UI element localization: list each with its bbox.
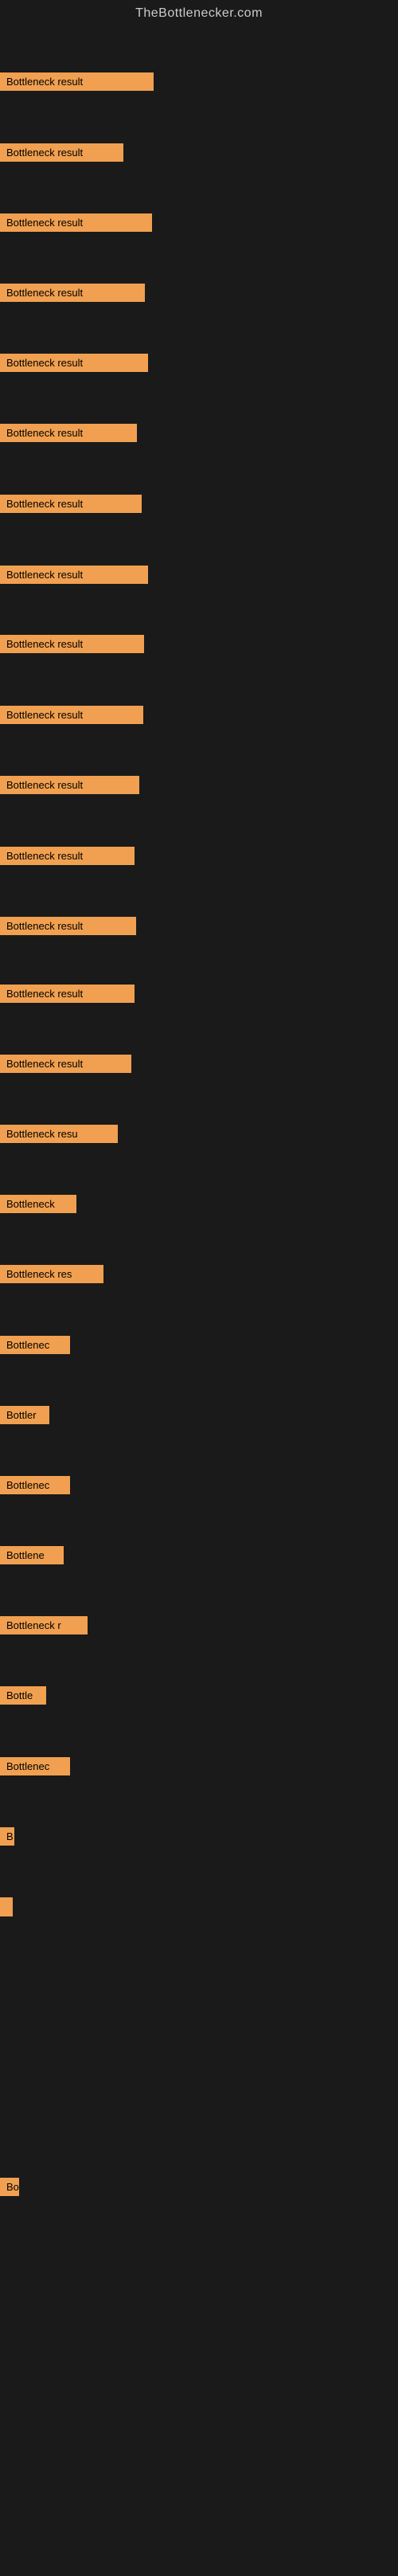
bottleneck-badge-8: Bottleneck result <box>0 566 148 584</box>
bottleneck-badge-2: Bottleneck result <box>0 143 123 162</box>
bottleneck-item-26: B <box>0 1827 14 1846</box>
bottleneck-item-13: Bottleneck result <box>0 917 136 935</box>
bottleneck-item-2: Bottleneck result <box>0 143 123 162</box>
bottleneck-item-14: Bottleneck result <box>0 985 135 1003</box>
bottleneck-badge-27 <box>0 1897 13 1916</box>
bottleneck-badge-20: Bottler <box>0 1406 49 1424</box>
bottleneck-badge-9: Bottleneck result <box>0 635 144 653</box>
bottleneck-item-22: Bottlene <box>0 1546 64 1564</box>
bottleneck-item-19: Bottlenec <box>0 1336 70 1354</box>
bottleneck-item-12: Bottleneck result <box>0 847 135 865</box>
bottleneck-badge-5: Bottleneck result <box>0 354 148 372</box>
bottleneck-item-15: Bottleneck result <box>0 1055 131 1073</box>
bottleneck-badge-14: Bottleneck result <box>0 985 135 1003</box>
bottleneck-badge-16: Bottleneck resu <box>0 1125 118 1143</box>
bottleneck-badge-4: Bottleneck result <box>0 284 145 302</box>
bottleneck-item-16: Bottleneck resu <box>0 1125 118 1143</box>
bottleneck-badge-21: Bottlenec <box>0 1476 70 1494</box>
bottleneck-badge-7: Bottleneck result <box>0 495 142 513</box>
bottleneck-item-23: Bottleneck r <box>0 1616 88 1634</box>
bottleneck-item-1: Bottleneck result <box>0 72 154 91</box>
bottleneck-badge-25: Bottlenec <box>0 1757 70 1775</box>
site-title: TheBottlenecker.com <box>0 0 398 27</box>
bottleneck-item-18: Bottleneck res <box>0 1265 103 1283</box>
bottleneck-item-7: Bottleneck result <box>0 495 142 513</box>
bottleneck-item-20: Bottler <box>0 1406 49 1424</box>
bottleneck-badge-23: Bottleneck r <box>0 1616 88 1634</box>
bottleneck-badge-22: Bottlene <box>0 1546 64 1564</box>
bottleneck-item-27 <box>0 1897 13 1916</box>
bottleneck-badge-17: Bottleneck <box>0 1195 76 1213</box>
bottleneck-item-4: Bottleneck result <box>0 284 145 302</box>
bottleneck-badge-11: Bottleneck result <box>0 776 139 794</box>
bottleneck-badge-28: Bo <box>0 2178 19 2196</box>
bottleneck-badge-18: Bottleneck res <box>0 1265 103 1283</box>
bottleneck-item-25: Bottlenec <box>0 1757 70 1775</box>
bottleneck-item-21: Bottlenec <box>0 1476 70 1494</box>
bottleneck-badge-1: Bottleneck result <box>0 72 154 91</box>
bottleneck-badge-13: Bottleneck result <box>0 917 136 935</box>
bottleneck-badge-24: Bottle <box>0 1686 46 1705</box>
bottleneck-badge-10: Bottleneck result <box>0 706 143 724</box>
bottleneck-item-10: Bottleneck result <box>0 706 143 724</box>
bottleneck-badge-26: B <box>0 1827 14 1846</box>
bottleneck-item-8: Bottleneck result <box>0 566 148 584</box>
bottleneck-badge-3: Bottleneck result <box>0 213 152 232</box>
bottleneck-item-9: Bottleneck result <box>0 635 144 653</box>
bottleneck-item-5: Bottleneck result <box>0 354 148 372</box>
bottleneck-badge-12: Bottleneck result <box>0 847 135 865</box>
bottleneck-badge-6: Bottleneck result <box>0 424 137 442</box>
bottleneck-item-6: Bottleneck result <box>0 424 137 442</box>
bottleneck-item-28: Bo <box>0 2178 19 2196</box>
bottleneck-item-17: Bottleneck <box>0 1195 76 1213</box>
bottleneck-item-3: Bottleneck result <box>0 213 152 232</box>
bottleneck-badge-15: Bottleneck result <box>0 1055 131 1073</box>
bottleneck-item-11: Bottleneck result <box>0 776 139 794</box>
bottleneck-badge-19: Bottlenec <box>0 1336 70 1354</box>
bottleneck-item-24: Bottle <box>0 1686 46 1705</box>
